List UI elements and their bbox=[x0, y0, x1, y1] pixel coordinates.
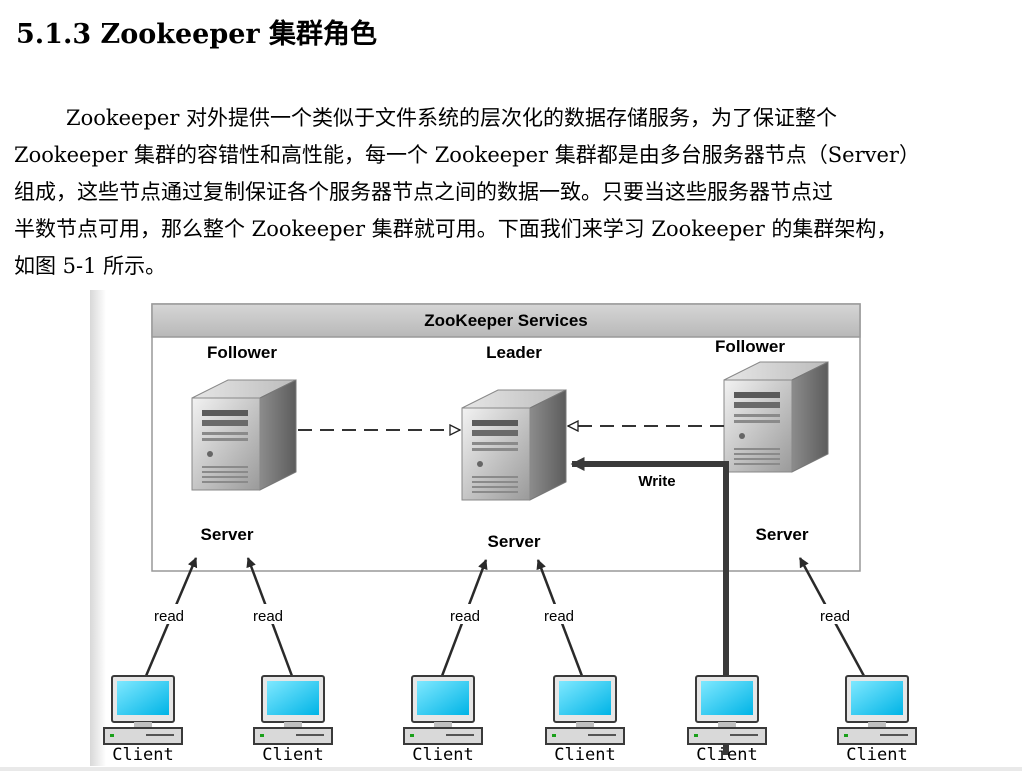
client-computer-icon bbox=[687, 675, 767, 745]
server-icon bbox=[191, 379, 297, 491]
body-paragraph: Zookeeper 对外提供一个类似于文件系统的层次化的数据存储服务，为了保证整… bbox=[14, 100, 1010, 285]
figure-shadow-strip bbox=[90, 290, 106, 766]
paragraph-line: 组成，这些节点通过复制保证各个服务器节点之间的数据一致。只要当这些服务器节点过 bbox=[14, 180, 833, 204]
paragraph-line: 半数节点可用，那么整个 Zookeeper 集群就可用。下面我们来学习 Zook… bbox=[14, 217, 898, 241]
read-label: read bbox=[253, 608, 283, 625]
client-computer-icon bbox=[403, 675, 483, 745]
client-computer-icon bbox=[103, 675, 183, 745]
read-label: read bbox=[544, 608, 574, 625]
client-label: Client bbox=[412, 745, 473, 765]
paragraph-line: Zookeeper 集群的容错性和高性能，每一个 Zookeeper 集群都是由… bbox=[14, 143, 920, 167]
client-label: Client bbox=[846, 745, 907, 765]
server-caption-leader: Server bbox=[488, 532, 541, 551]
follower-right-label: Follower bbox=[715, 337, 785, 356]
client-computer-icon bbox=[545, 675, 625, 745]
read-label: read bbox=[820, 608, 850, 625]
page-bottom-rule bbox=[0, 767, 1022, 771]
client-label: Client bbox=[554, 745, 615, 765]
write-label: Write bbox=[638, 473, 675, 490]
client-label: Client bbox=[696, 745, 757, 765]
read-label: read bbox=[450, 608, 480, 625]
read-label: read bbox=[154, 608, 184, 625]
client-computer-icon bbox=[253, 675, 333, 745]
client-computer-icon bbox=[837, 675, 917, 745]
paragraph-line: 如图 5-1 所示。 bbox=[14, 254, 167, 278]
client-label: Client bbox=[262, 745, 323, 765]
server-caption-right: Server bbox=[756, 525, 809, 544]
client-label: Client bbox=[112, 745, 173, 765]
leader-label: Leader bbox=[486, 343, 542, 362]
services-title: ZooKeeper Services bbox=[424, 311, 587, 330]
server-caption-left: Server bbox=[201, 525, 254, 544]
server-icon bbox=[723, 361, 829, 473]
server-icon bbox=[461, 389, 567, 501]
paragraph-line: Zookeeper 对外提供一个类似于文件系统的层次化的数据存储服务，为了保证整… bbox=[66, 106, 838, 130]
section-heading: 5.1.3 Zookeeper 集群角色 bbox=[16, 19, 378, 50]
zookeeper-cluster-diagram: ZooKeeper Services Follower Leader Follo… bbox=[90, 290, 1000, 766]
follower-left-label: Follower bbox=[207, 343, 277, 362]
